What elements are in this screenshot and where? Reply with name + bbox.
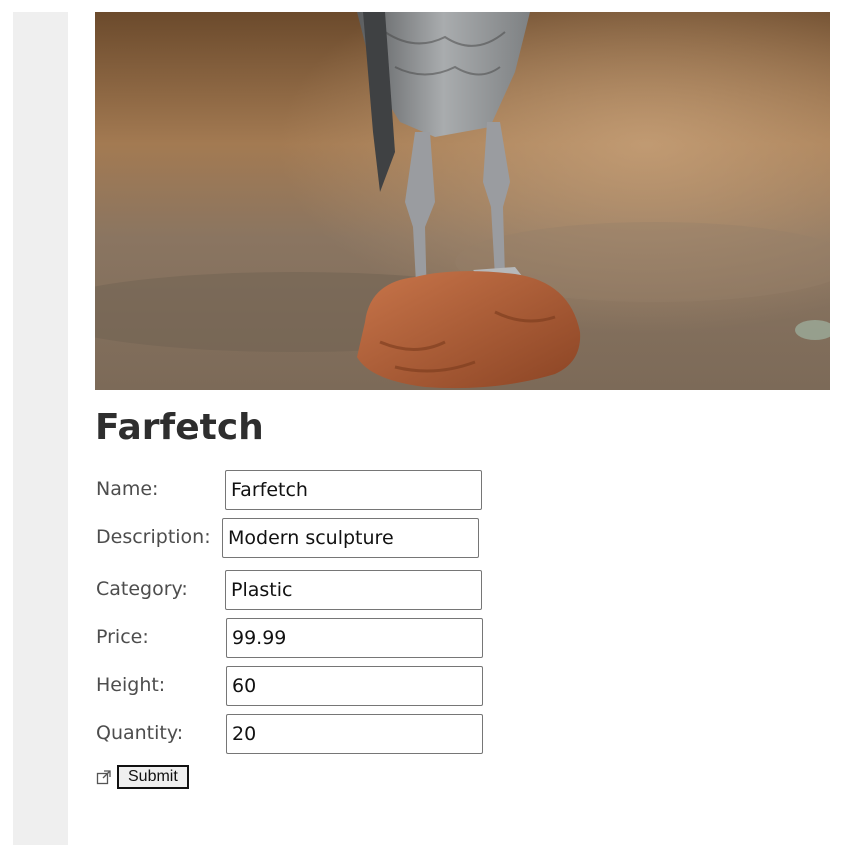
page: Farfetch Name: Description: Category: Pr…	[0, 0, 853, 845]
sidebar	[13, 12, 68, 845]
name-label: Name:	[96, 478, 159, 500]
quantity-label: Quantity:	[96, 722, 184, 744]
submit-button[interactable]: Submit	[117, 765, 189, 789]
description-field[interactable]	[222, 518, 479, 558]
price-field[interactable]	[226, 618, 483, 658]
height-label: Height:	[96, 674, 166, 696]
height-field[interactable]	[226, 666, 483, 706]
quantity-field[interactable]	[226, 714, 483, 754]
product-image	[95, 12, 830, 390]
price-label: Price:	[96, 626, 149, 648]
product-title: Farfetch	[95, 407, 264, 448]
category-field[interactable]	[225, 570, 482, 610]
submit-line: Submit	[96, 764, 189, 790]
name-field[interactable]	[225, 470, 482, 510]
category-label: Category:	[96, 578, 188, 600]
description-label: Description:	[96, 526, 211, 548]
external-link-icon	[96, 769, 112, 785]
